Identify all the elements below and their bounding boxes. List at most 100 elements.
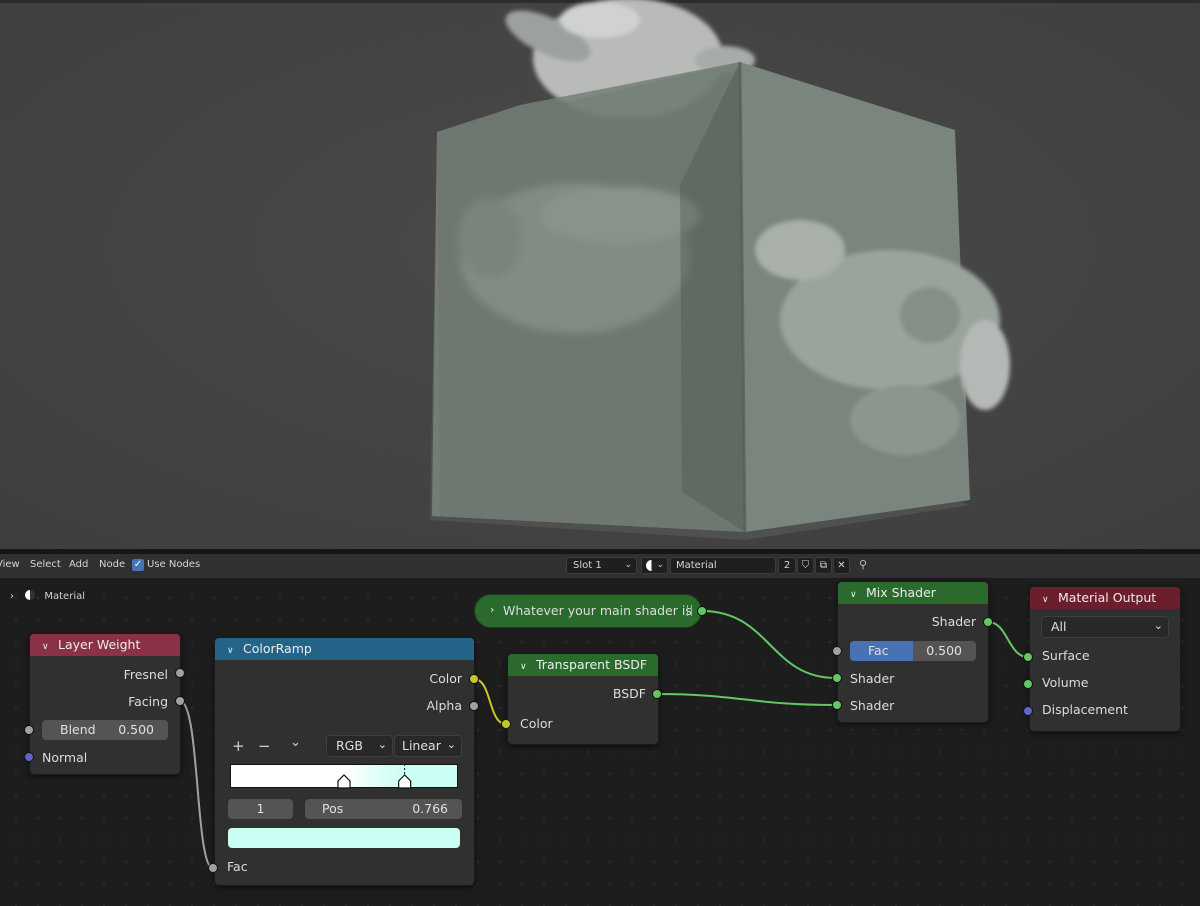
collapse-chevron-icon[interactable]: ∨	[42, 636, 52, 658]
use-nodes-checkbox[interactable]: ✓	[132, 559, 144, 571]
color-ramp-header[interactable]: ∨ ColorRamp	[215, 638, 474, 660]
interpolation-dropdown[interactable]: Linear ⌄	[394, 735, 462, 757]
pos-field[interactable]: Pos 0.766	[305, 799, 462, 819]
material-name-text: Material	[676, 560, 717, 571]
main-shader-group-node[interactable]: › Whatever your main shader is	[474, 594, 702, 628]
shader-input-1-socket[interactable]	[832, 673, 842, 683]
3d-viewport[interactable]	[0, 0, 1200, 549]
chevron-down-icon: ⌄	[446, 738, 456, 751]
copy-icon: ⧉	[819, 560, 828, 571]
fresnel-output-socket[interactable]	[175, 668, 185, 678]
layer-weight-header[interactable]: ∨ Layer Weight	[30, 634, 180, 656]
pin-icon[interactable]: ⚲	[859, 558, 867, 571]
slot-dropdown[interactable]: Slot 1 ⌄	[566, 557, 637, 574]
material-output-node[interactable]: ∨ Material Output All ⌄ Surface Volume Di…	[1029, 586, 1181, 732]
collapse-chevron-icon[interactable]: ∨	[520, 656, 530, 678]
fac-input-socket[interactable]	[832, 646, 842, 656]
chevron-down-icon: ⌄	[377, 738, 387, 751]
blend-label: Blend	[60, 722, 96, 737]
ramp-menu-button[interactable]: ⌄	[290, 735, 301, 750]
surface-input-socket[interactable]	[1023, 652, 1033, 662]
collapse-chevron-icon[interactable]: ∨	[850, 584, 860, 606]
ramp-stop-1[interactable]	[398, 764, 412, 789]
volume-input-socket[interactable]	[1023, 679, 1033, 689]
normal-input-label: Normal	[42, 750, 88, 765]
shader-output-label: Shader	[931, 614, 976, 629]
chevron-down-icon: ⌄	[624, 560, 632, 570]
fac-value: 0.500	[926, 643, 962, 658]
material-output-header[interactable]: ∨ Material Output	[1030, 587, 1180, 609]
volume-input-label: Volume	[1042, 675, 1089, 690]
color-input-socket[interactable]	[501, 719, 511, 729]
link-color-color	[473, 678, 507, 725]
target-value: All	[1051, 619, 1067, 634]
fake-user-button[interactable]: ⛉	[797, 557, 814, 574]
node-editor-canvas[interactable]: › Material › Whatever your main shader i…	[0, 578, 1200, 906]
remove-stop-button[interactable]: −	[258, 737, 271, 755]
layer-weight-node[interactable]: ∨ Layer Weight Fresnel Facing Blend 0.500…	[29, 633, 181, 775]
stop-color-swatch[interactable]	[228, 828, 460, 848]
use-nodes-label: Use Nodes	[147, 559, 201, 570]
chevron-right-icon[interactable]: ›	[490, 603, 494, 616]
facing-output-socket[interactable]	[175, 696, 185, 706]
target-dropdown[interactable]: All ⌄	[1041, 616, 1169, 638]
menu-select[interactable]: Select	[30, 559, 61, 570]
user-count-button[interactable]: 2	[778, 557, 796, 574]
color-ramp-node[interactable]: ∨ ColorRamp Color Alpha + − ⌄ RGB ⌄ Linea…	[214, 637, 475, 886]
fac-input-socket[interactable]	[208, 863, 218, 873]
ramp-stop-0[interactable]	[337, 774, 351, 789]
shader-output-socket[interactable]	[983, 617, 993, 627]
drag-handle-icon[interactable]	[687, 605, 692, 616]
ramp-stop-markers	[337, 764, 412, 789]
displacement-input-label: Displacement	[1042, 702, 1128, 717]
alpha-output-label: Alpha	[426, 698, 462, 713]
link-frame-shader	[701, 610, 837, 679]
blend-value: 0.500	[118, 722, 154, 737]
blend-input-socket[interactable]	[24, 725, 34, 735]
active-stop-index[interactable]: 1	[228, 799, 293, 819]
normal-input-socket[interactable]	[24, 752, 34, 762]
material-sphere-icon	[646, 560, 657, 571]
node-title: ColorRamp	[243, 641, 312, 656]
color-output-socket[interactable]	[469, 674, 479, 684]
user-count-text: 2	[783, 560, 791, 571]
bsdf-output-socket[interactable]	[652, 689, 662, 699]
color-mode-dropdown[interactable]: RGB ⌄	[326, 735, 393, 757]
color-mode-value: RGB	[336, 738, 363, 753]
surface-input-label: Surface	[1042, 648, 1090, 663]
node-title: Mix Shader	[866, 585, 936, 600]
shader-input-1-label: Shader	[850, 671, 895, 686]
displacement-input-socket[interactable]	[1023, 706, 1033, 716]
collapse-chevron-icon[interactable]: ∨	[1042, 589, 1052, 611]
link-facing-fac	[179, 700, 214, 869]
close-icon: ✕	[837, 560, 846, 571]
menu-node[interactable]: Node	[99, 559, 125, 570]
add-stop-button[interactable]: +	[232, 737, 245, 755]
material-name-field[interactable]: Material	[670, 557, 776, 574]
shader-input-2-label: Shader	[850, 698, 895, 713]
menu-add[interactable]: Add	[69, 559, 88, 570]
active-index-value: 1	[256, 801, 265, 816]
shader-input-2-socket[interactable]	[832, 700, 842, 710]
unlink-material-button[interactable]: ✕	[833, 557, 850, 574]
node-title: Layer Weight	[58, 637, 141, 652]
pos-value: 0.766	[412, 801, 448, 816]
node-title: Material Output	[1058, 590, 1157, 605]
blend-field[interactable]: Blend 0.500	[42, 720, 168, 740]
link-shader-surface	[987, 621, 1029, 658]
transparent-bsdf-node[interactable]: ∨ Transparent BSDF BSDF Color	[507, 653, 659, 745]
fac-field[interactable]: Fac 0.500	[850, 641, 976, 661]
mix-shader-node[interactable]: ∨ Mix Shader Shader Fac 0.500 Shader Shad…	[837, 581, 989, 723]
transparent-bsdf-header[interactable]: ∨ Transparent BSDF	[508, 654, 658, 676]
fac-label: Fac	[868, 643, 889, 658]
interpolation-value: Linear	[402, 738, 441, 753]
menu-view[interactable]: View	[0, 559, 20, 570]
material-browse-button[interactable]: ⌄	[641, 557, 668, 574]
node-editor-header: View Select Add Node ✓ Use Nodes Slot 1 …	[0, 554, 1200, 578]
duplicate-material-button[interactable]: ⧉	[815, 557, 832, 574]
group-output-socket[interactable]	[697, 606, 707, 616]
mix-shader-header[interactable]: ∨ Mix Shader	[838, 582, 988, 604]
group-label: Whatever your main shader is	[503, 603, 692, 618]
alpha-output-socket[interactable]	[469, 701, 479, 711]
collapse-chevron-icon[interactable]: ∨	[227, 640, 237, 662]
